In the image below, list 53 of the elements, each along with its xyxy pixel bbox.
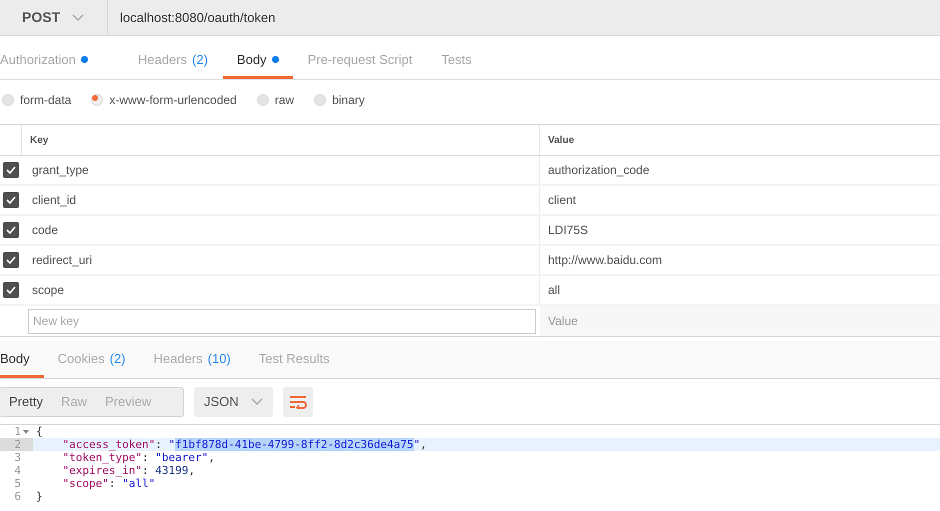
check-icon — [6, 226, 16, 234]
radio-option[interactable]: binary — [314, 91, 365, 109]
checkbox[interactable] — [3, 162, 19, 178]
table-cell-text: authorization_code — [547, 162, 650, 179]
code-line: "token_type": "bearer", — [61, 451, 216, 464]
table-cell-text: all — [547, 282, 562, 299]
request-tab[interactable]: Body — [222, 43, 293, 79]
table-cell: grant_type — [22, 156, 540, 184]
fold-arrow-icon[interactable] — [23, 430, 29, 434]
line-number: 4 — [14, 464, 21, 477]
radio-option[interactable]: x-www-form-urlencoded — [91, 91, 237, 109]
url-field[interactable]: localhost:8080/oauth/token — [108, 0, 940, 35]
line-number: 6 — [14, 490, 21, 503]
method-dropdown[interactable]: POST — [0, 0, 108, 35]
new-key-field[interactable]: New key — [28, 308, 536, 334]
checkbox[interactable] — [3, 192, 19, 208]
checkbox[interactable] — [3, 222, 19, 238]
chevron-down-icon — [72, 14, 84, 21]
line-number: 5 — [14, 477, 21, 490]
radio-option[interactable]: form-data — [2, 91, 72, 109]
response-tab[interactable]: Headers (10) — [140, 342, 245, 378]
table-cell: client_id — [22, 186, 540, 214]
table-cell-text: LDI75S — [547, 222, 590, 239]
line-number: 1 — [14, 425, 21, 438]
checkbox[interactable] — [3, 282, 19, 298]
view-mode-tab[interactable]: Pretty — [0, 388, 52, 416]
check-icon — [6, 166, 16, 174]
chevron-down-icon — [250, 398, 263, 405]
response-tab[interactable]: Body — [0, 342, 44, 378]
table-cell: redirect_uri — [22, 246, 540, 274]
request-tab[interactable]: Headers (2) — [124, 43, 222, 79]
table-cell: scope — [22, 276, 540, 304]
column-header: Key — [22, 125, 540, 155]
check-icon — [6, 286, 16, 294]
code-line: "scope": "all" — [61, 477, 156, 490]
code-line: "expires_in": 43199, — [61, 464, 196, 477]
table-cell-text: http://www.baidu.com — [547, 252, 664, 269]
check-icon — [6, 196, 16, 204]
table-cell: code — [22, 216, 540, 244]
table-cell-text: client — [547, 192, 578, 209]
line-number: 2 — [14, 438, 21, 451]
checkbox[interactable] — [3, 252, 19, 268]
wrap-lines-button[interactable] — [282, 386, 313, 416]
line-number: 3 — [14, 451, 21, 464]
value-field[interactable]: Value — [540, 306, 940, 336]
wrap-lines-icon — [288, 394, 307, 408]
check-icon — [6, 256, 16, 264]
code-line: } — [35, 490, 44, 503]
response-tab[interactable]: Cookies (2) — [44, 342, 140, 378]
radio-option[interactable]: raw — [256, 91, 294, 109]
column-header: Value — [547, 134, 576, 148]
code-line: { — [35, 425, 44, 438]
format-dropdown[interactable]: JSON — [194, 386, 273, 416]
